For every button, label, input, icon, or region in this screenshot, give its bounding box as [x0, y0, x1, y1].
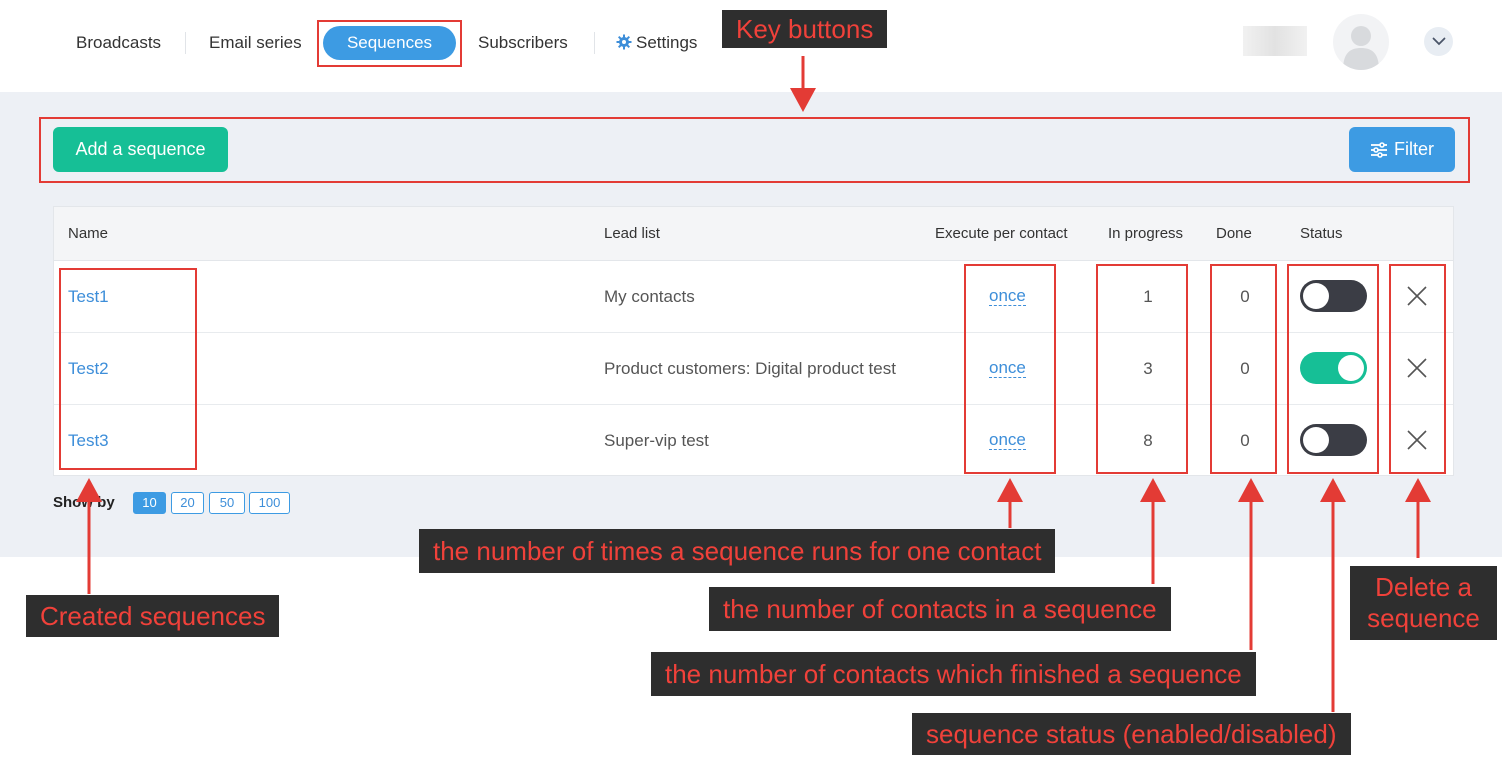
- user-name-blurred: [1243, 26, 1307, 56]
- annotation-delete: Delete a sequence: [1350, 566, 1497, 640]
- annotation-times-runs: the number of times a sequence runs for …: [419, 529, 1056, 573]
- highlight-in-progress: [1096, 264, 1188, 474]
- nav-settings[interactable]: Settings: [616, 30, 697, 56]
- column-header-done: Done: [1216, 225, 1252, 242]
- annotation-created-sequences: Created sequences: [26, 595, 280, 637]
- highlight-execute: [964, 264, 1056, 474]
- highlight-done: [1210, 264, 1277, 474]
- lead-list-value: My contacts: [604, 287, 695, 306]
- nav-divider: [594, 32, 595, 54]
- nav-divider: [185, 32, 186, 54]
- avatar-icon: [1343, 26, 1379, 70]
- account-menu-button[interactable]: [1424, 27, 1453, 56]
- table-header: Name Lead list Execute per contact In pr…: [54, 207, 1453, 261]
- nav-subscribers[interactable]: Subscribers: [478, 30, 568, 56]
- column-header-status: Status: [1300, 225, 1343, 242]
- page-size-100[interactable]: 100: [249, 492, 290, 514]
- nav-email-series[interactable]: Email series: [209, 30, 302, 56]
- annotation-contacts-in: the number of contacts in a sequence: [709, 587, 1171, 631]
- annotation-contacts-finished: the number of contacts which finished a …: [651, 652, 1256, 696]
- column-header-execute: Execute per contact: [935, 225, 1068, 242]
- gear-icon: [616, 34, 632, 50]
- highlight-sequences-tab: [317, 20, 462, 67]
- lead-list-value: Product customers: Digital product test: [604, 359, 896, 378]
- show-by-label: Show by: [53, 494, 115, 511]
- page-size-50[interactable]: 50: [209, 492, 245, 514]
- chevron-down-icon: [1432, 37, 1445, 46]
- annotation-key-buttons: Key buttons: [722, 10, 888, 48]
- nav-settings-label: Settings: [636, 33, 698, 52]
- column-header-name: Name: [68, 225, 109, 242]
- annotation-status: sequence status (enabled/disabled): [912, 713, 1351, 755]
- highlight-names: [59, 268, 197, 470]
- page-size-10[interactable]: 10: [133, 492, 166, 514]
- highlight-key-buttons: [39, 117, 1470, 183]
- column-header-lead-list: Lead list: [604, 225, 660, 242]
- highlight-status: [1287, 264, 1379, 474]
- avatar[interactable]: [1333, 14, 1389, 70]
- column-header-in-progress: In progress: [1108, 225, 1184, 242]
- nav-broadcasts[interactable]: Broadcasts: [76, 30, 161, 56]
- highlight-delete: [1389, 264, 1446, 474]
- page-size-20[interactable]: 20: [171, 492, 204, 514]
- lead-list-value: Super-vip test: [604, 431, 709, 450]
